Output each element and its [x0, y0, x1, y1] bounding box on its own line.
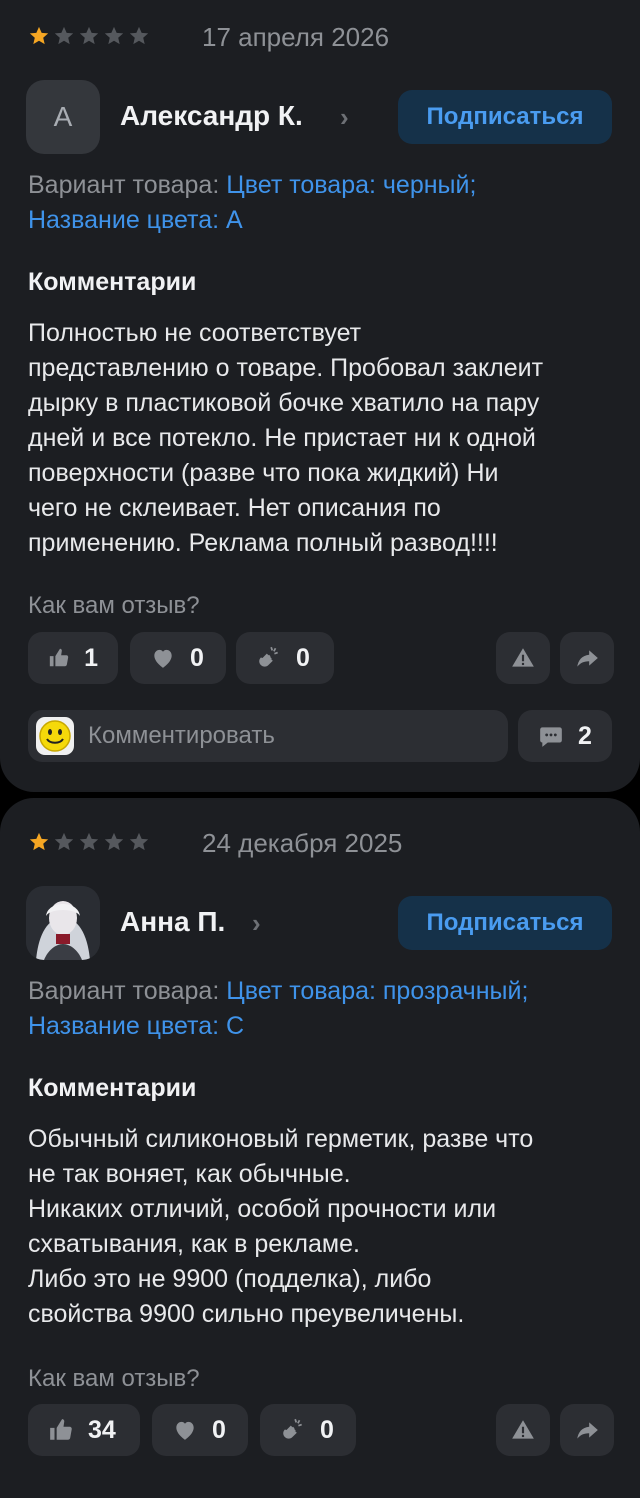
author-name[interactable]: Александр К.: [120, 100, 303, 132]
thumbs-up-icon: [50, 1419, 72, 1440]
report-button[interactable]: [496, 1404, 550, 1456]
review-date: 24 декабря 2025: [202, 828, 403, 858]
clap-icon: [259, 646, 278, 667]
like-count: 34: [88, 1415, 116, 1444]
avatar[interactable]: [26, 886, 100, 960]
avatar-image: [26, 886, 100, 960]
clap-count: 0: [296, 643, 310, 672]
comments-heading: Комментарии: [28, 1074, 197, 1102]
chevron-right-icon[interactable]: ›: [252, 908, 261, 939]
comments-count-button[interactable]: 2: [518, 710, 612, 762]
clap-button[interactable]: 0: [260, 1404, 356, 1456]
clap-button[interactable]: 0: [236, 632, 334, 684]
like-count: 1: [84, 643, 98, 672]
review-text: Полностью не соответствует представлению…: [28, 319, 544, 557]
heart-icon: [154, 649, 172, 668]
rating-stars: [28, 25, 150, 47]
avatar[interactable]: А: [26, 80, 100, 154]
product-variant: Вариант товара: Цвет товара: черный; Наз…: [28, 168, 618, 238]
variant-value-name[interactable]: Название цвета: A: [28, 206, 243, 234]
comment-count: 2: [578, 721, 592, 750]
review-date: 17 апреля 2026: [202, 22, 390, 52]
heart-count: 0: [190, 643, 204, 672]
variant-value-color[interactable]: Цвет товара: черный;: [226, 171, 476, 199]
heart-count: 0: [212, 1415, 226, 1444]
star-icon: [79, 832, 99, 851]
review-text: Обычный силиконовый герметик, разве что …: [28, 1125, 534, 1328]
like-button[interactable]: 1: [28, 632, 118, 684]
chevron-right-icon[interactable]: ›: [340, 102, 349, 133]
share-button[interactable]: [560, 1404, 614, 1456]
comments-heading: Комментарии: [28, 268, 197, 296]
share-icon: [577, 1422, 598, 1439]
like-button[interactable]: 34: [28, 1404, 140, 1456]
subscribe-button[interactable]: Подписаться: [398, 896, 612, 950]
heart-icon: [176, 1421, 194, 1440]
star-icon: [129, 26, 149, 45]
star-icon: [29, 832, 49, 851]
rating-stars: [28, 831, 150, 853]
star-icon: [54, 832, 74, 851]
clap-count: 0: [320, 1415, 334, 1444]
star-icon: [54, 26, 74, 45]
product-variant: Вариант товара: Цвет товара: прозрачный;…: [28, 974, 618, 1044]
report-button[interactable]: [496, 632, 550, 684]
smiley-icon: [36, 717, 74, 755]
variant-label: Вариант товара:: [28, 171, 220, 199]
share-button[interactable]: [560, 632, 614, 684]
feedback-question: Как вам отзыв?: [28, 1365, 200, 1392]
star-icon: [129, 832, 149, 851]
share-icon: [577, 650, 598, 667]
heart-button[interactable]: 0: [130, 632, 226, 684]
warning-icon: [512, 1420, 534, 1439]
thumbs-up-icon: [49, 648, 69, 667]
star-icon: [104, 832, 124, 851]
variant-value-name[interactable]: Название цвета: C: [28, 1012, 244, 1040]
star-icon: [104, 26, 124, 45]
chat-icon: [540, 727, 562, 747]
variant-label: Вариант товара:: [28, 977, 220, 1005]
clap-icon: [283, 1418, 302, 1439]
avatar-letter: А: [53, 101, 73, 132]
warning-icon: [512, 648, 534, 667]
author-name[interactable]: Анна П.: [120, 906, 225, 938]
comment-placeholder: Комментировать: [88, 722, 275, 749]
heart-button[interactable]: 0: [152, 1404, 248, 1456]
review-card: 24 декабря 2025 Анна П. › Подписаться Ва…: [0, 798, 640, 1498]
review-card: 17 апреля 2026 А Александр К. › Подписат…: [0, 0, 640, 792]
star-icon: [79, 26, 99, 45]
star-icon: [29, 26, 49, 45]
feedback-question: Как вам отзыв?: [28, 592, 200, 619]
variant-value-color[interactable]: Цвет товара: прозрачный;: [226, 977, 528, 1005]
subscribe-button[interactable]: Подписаться: [398, 90, 612, 144]
comment-input[interactable]: Комментировать: [28, 710, 508, 762]
